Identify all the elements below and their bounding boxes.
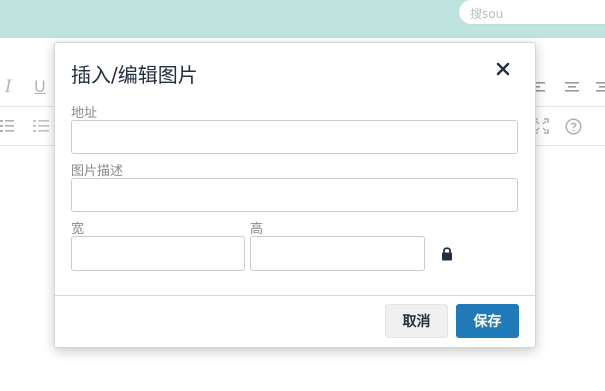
search-placeholder: 搜sou [470, 7, 504, 21]
image-description-input[interactable] [71, 178, 518, 212]
dialog-footer: 取消 保存 [55, 295, 535, 348]
cancel-button[interactable]: 取消 [385, 304, 448, 338]
save-button[interactable]: 保存 [456, 304, 519, 338]
dialog-title: 插入/编辑图片 [71, 63, 198, 87]
address-label: 地址 [71, 106, 98, 121]
close-icon [496, 62, 510, 76]
height-label: 高 [250, 222, 264, 237]
lock-icon[interactable] [441, 246, 453, 261]
height-input[interactable] [250, 236, 425, 271]
width-input[interactable] [71, 236, 245, 271]
close-button[interactable] [491, 57, 515, 81]
editor-page: 搜sou I U 插入/编辑图片 地址 图片描述 宽 高 取消 保存 [0, 0, 605, 391]
image-description-label: 图片描述 [71, 164, 124, 179]
search-box[interactable]: 搜sou [459, 0, 605, 24]
insert-image-dialog: 插入/编辑图片 地址 图片描述 宽 高 取消 保存 [54, 42, 536, 348]
address-input[interactable] [71, 120, 518, 154]
width-label: 宽 [71, 222, 85, 237]
